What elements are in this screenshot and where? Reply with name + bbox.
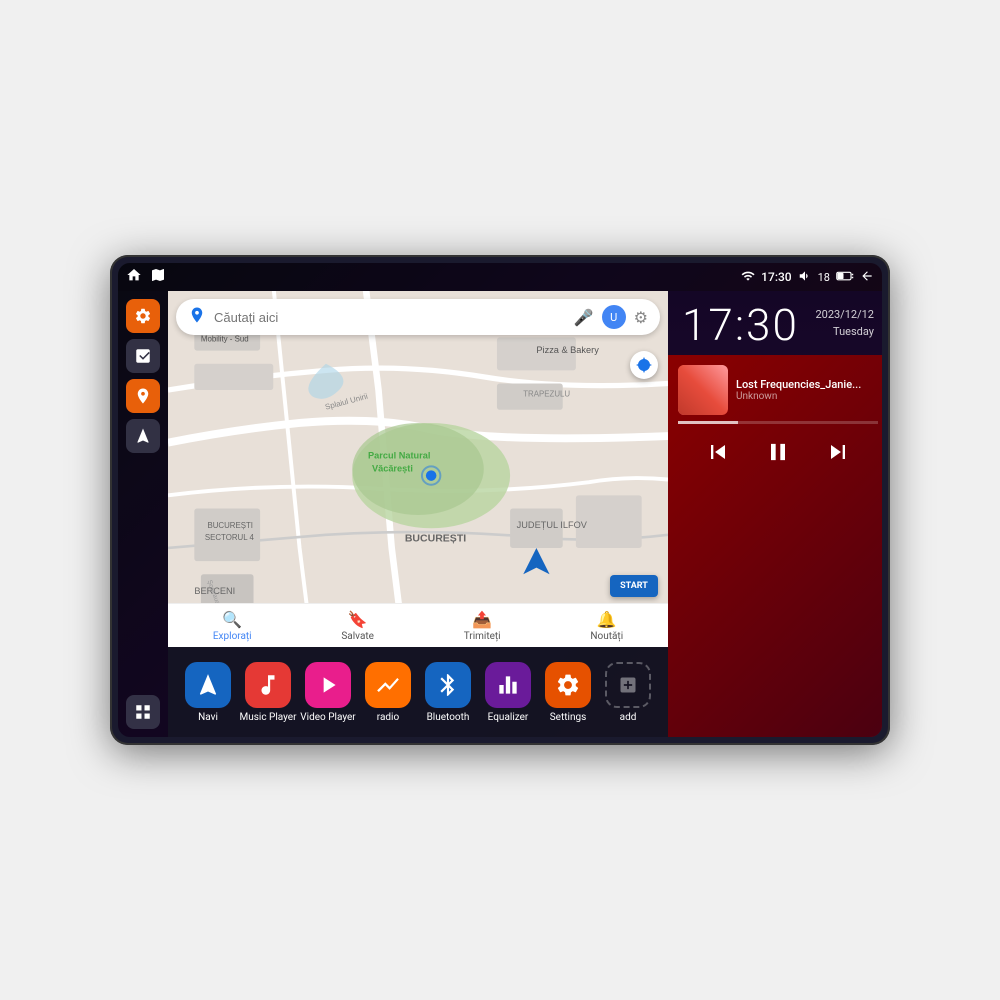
map-nav-share[interactable]: 📤 Trimiteți bbox=[464, 610, 501, 642]
device: 17:30 18 bbox=[110, 255, 890, 745]
clock-date-line2: Tuesday bbox=[815, 324, 874, 341]
news-icon: 🔔 bbox=[597, 610, 617, 629]
back-icon[interactable] bbox=[860, 269, 874, 286]
battery-icon bbox=[836, 270, 854, 285]
saved-icon: 🔖 bbox=[348, 610, 368, 629]
map-search-input[interactable] bbox=[214, 310, 566, 325]
music-player-label: Music Player bbox=[239, 712, 296, 723]
sidebar-navigation[interactable] bbox=[126, 419, 160, 453]
maps-logo bbox=[188, 306, 206, 328]
svg-text:Pizza & Bakery: Pizza & Bakery bbox=[536, 345, 599, 355]
status-bar: 17:30 18 bbox=[118, 263, 882, 291]
sidebar-location[interactable] bbox=[126, 379, 160, 413]
wifi-icon bbox=[741, 269, 755, 286]
main-area: AXIS Premium Mobility - Sud Parcul Natur… bbox=[118, 291, 882, 737]
svg-text:Mobility - Sud: Mobility - Sud bbox=[201, 334, 249, 343]
map-nav-explore[interactable]: 🔍 Explorați bbox=[213, 610, 252, 642]
music-next-button[interactable] bbox=[820, 434, 856, 470]
video-player-icon bbox=[305, 662, 351, 708]
battery-level: 18 bbox=[818, 271, 830, 284]
center-area: AXIS Premium Mobility - Sud Parcul Natur… bbox=[168, 291, 668, 737]
volume-icon bbox=[798, 269, 812, 286]
map-nav-saved[interactable]: 🔖 Salvate bbox=[341, 610, 374, 642]
radio-label: radio bbox=[377, 712, 399, 723]
status-left-icons bbox=[126, 267, 166, 287]
home-icon[interactable] bbox=[126, 267, 142, 287]
navi-label: Navi bbox=[198, 712, 218, 723]
music-pause-button[interactable] bbox=[760, 434, 796, 470]
sidebar-settings[interactable] bbox=[126, 299, 160, 333]
settings-label: Settings bbox=[550, 712, 587, 723]
app-video-player[interactable]: Video Player bbox=[298, 662, 358, 723]
app-equalizer[interactable]: Equalizer bbox=[478, 662, 538, 723]
app-radio[interactable]: radio bbox=[358, 662, 418, 723]
equalizer-icon bbox=[485, 662, 531, 708]
video-player-label: Video Player bbox=[300, 712, 355, 723]
music-text: Lost Frequencies_Janie... Unknown bbox=[736, 378, 878, 402]
share-icon: 📤 bbox=[472, 610, 492, 629]
svg-text:Văcărești: Văcărești bbox=[372, 464, 413, 474]
music-artist: Unknown bbox=[736, 391, 878, 402]
music-controls bbox=[668, 424, 882, 480]
music-player-icon bbox=[245, 662, 291, 708]
app-navi[interactable]: Navi bbox=[178, 662, 238, 723]
music-widget: Lost Frequencies_Janie... Unknown bbox=[668, 355, 882, 737]
maps-icon[interactable] bbox=[150, 267, 166, 287]
sidebar-layers[interactable] bbox=[126, 339, 160, 373]
map-bottom-nav: 🔍 Explorați 🔖 Salvate 📤 Trimiteți � bbox=[168, 603, 668, 647]
navi-icon bbox=[185, 662, 231, 708]
navigate-button[interactable]: START bbox=[610, 575, 658, 597]
music-prev-button[interactable] bbox=[700, 434, 736, 470]
map-nav-news-label: Noutăți bbox=[590, 631, 623, 642]
svg-text:Parcul Natural: Parcul Natural bbox=[368, 450, 430, 460]
clock-time: 17:30 bbox=[682, 303, 799, 347]
radio-icon bbox=[365, 662, 411, 708]
clock-date-line1: 2023/12/12 bbox=[815, 307, 874, 324]
location-fab[interactable] bbox=[630, 351, 658, 379]
settings-icon bbox=[545, 662, 591, 708]
status-time: 17:30 bbox=[761, 270, 791, 284]
map-nav-saved-label: Salvate bbox=[341, 631, 374, 642]
equalizer-label: Equalizer bbox=[488, 712, 529, 723]
explore-icon: 🔍 bbox=[222, 610, 242, 629]
svg-text:SECTORUL 4: SECTORUL 4 bbox=[205, 533, 255, 542]
music-album-art bbox=[678, 365, 728, 415]
device-screen: 17:30 18 bbox=[118, 263, 882, 737]
map-nav-share-label: Trimiteți bbox=[464, 631, 501, 642]
add-icon bbox=[605, 662, 651, 708]
app-add[interactable]: add bbox=[598, 662, 658, 723]
app-bluetooth[interactable]: Bluetooth bbox=[418, 662, 478, 723]
status-right-area: 17:30 18 bbox=[741, 269, 874, 286]
svg-text:TRAPEZULU: TRAPEZULU bbox=[523, 390, 570, 399]
svg-text:BUCUREȘTI: BUCUREȘTI bbox=[405, 532, 466, 544]
svg-text:BUCUREȘTI: BUCUREȘTI bbox=[207, 521, 253, 530]
music-title: Lost Frequencies_Janie... bbox=[736, 378, 878, 391]
bluetooth-icon bbox=[425, 662, 471, 708]
sidebar-grid[interactable] bbox=[126, 695, 160, 729]
mic-icon[interactable]: 🎤 bbox=[574, 308, 594, 327]
map-nav-news[interactable]: 🔔 Noutăți bbox=[590, 610, 623, 642]
right-panel: 17:30 2023/12/12 Tuesday bbox=[668, 291, 882, 737]
app-music-player[interactable]: Music Player bbox=[238, 662, 298, 723]
music-info: Lost Frequencies_Janie... Unknown bbox=[668, 355, 882, 421]
map-nav-explore-label: Explorați bbox=[213, 631, 252, 642]
map-container[interactable]: AXIS Premium Mobility - Sud Parcul Natur… bbox=[168, 291, 668, 647]
map-search-bar[interactable]: 🎤 U ⚙ bbox=[176, 299, 660, 335]
app-settings[interactable]: Settings bbox=[538, 662, 598, 723]
add-label: add bbox=[620, 712, 637, 723]
bluetooth-label: Bluetooth bbox=[427, 712, 470, 723]
clock-area: 17:30 2023/12/12 Tuesday bbox=[668, 291, 882, 355]
user-avatar[interactable]: U bbox=[602, 305, 626, 329]
left-sidebar bbox=[118, 291, 168, 737]
settings-map-icon[interactable]: ⚙ bbox=[634, 308, 648, 327]
svg-text:JUDEȚUL ILFOV: JUDEȚUL ILFOV bbox=[517, 520, 588, 530]
map-svg: AXIS Premium Mobility - Sud Parcul Natur… bbox=[168, 291, 668, 647]
app-dock: Navi Music Player bbox=[168, 647, 668, 737]
album-art-inner bbox=[678, 365, 728, 415]
clock-date: 2023/12/12 Tuesday bbox=[815, 307, 874, 340]
